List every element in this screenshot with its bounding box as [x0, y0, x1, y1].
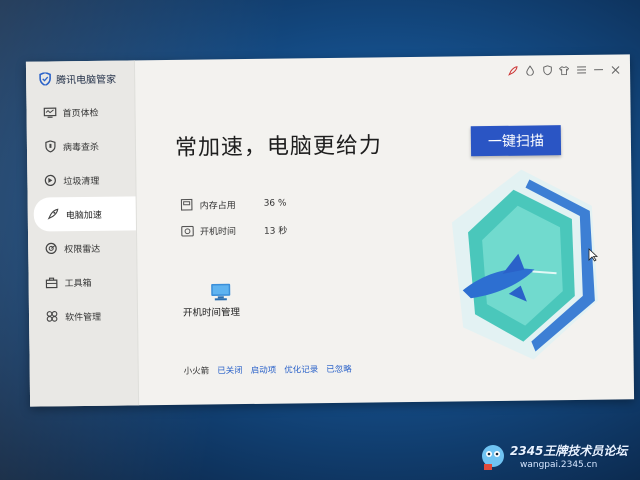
- menu-icon[interactable]: [576, 65, 586, 75]
- sidebar-nav: 首页体检 病毒查杀 垃圾清理 电脑加速 权限雷达 工具箱 软件管理: [26, 94, 137, 333]
- boot-time-manager[interactable]: 开机时间管理: [183, 283, 255, 319]
- sidebar-item-speedup[interactable]: 电脑加速: [33, 196, 136, 232]
- rocket-mini-icon[interactable]: [508, 66, 518, 76]
- rocket-label: 小火箭: [183, 366, 210, 377]
- memory-label: 内存占用: [199, 200, 236, 212]
- sidebar-item-home-check[interactable]: 首页体检: [26, 94, 134, 129]
- link-startup-items[interactable]: 启动项: [251, 364, 277, 376]
- sidebar-item-virus-scan[interactable]: 病毒查杀: [27, 128, 135, 163]
- link-closed[interactable]: 已关闭: [217, 364, 243, 376]
- rocket-links: 小火箭 已关闭 启动项 优化记录 已忽略: [184, 363, 352, 377]
- sidebar: 腾讯电脑管家 首页体检 病毒查杀 垃圾清理 电脑加速 权限雷达 工具箱 软件管理: [25, 60, 140, 407]
- sidebar-item-permission-radar[interactable]: 权限雷达: [28, 230, 136, 265]
- watermark-title: 2345王牌技术员论坛: [510, 444, 628, 458]
- boot-time-manager-label: 开机时间管理: [182, 307, 241, 319]
- boot-time-label: 开机时间: [199, 226, 237, 238]
- monitor-icon: [211, 283, 255, 305]
- titlebar-controls: [508, 64, 620, 76]
- boot-time-stat: 开机时间 13 秒: [180, 223, 287, 238]
- link-optimize-history[interactable]: 优化记录: [284, 363, 318, 375]
- brand: 腾讯电脑管家: [38, 71, 116, 87]
- shield-scan-icon: [43, 139, 57, 153]
- one-click-scan-button[interactable]: 一键扫描: [470, 125, 562, 157]
- sidebar-item-label: 软件管理: [64, 312, 102, 323]
- sidebar-item-label: 工具箱: [64, 278, 92, 289]
- main-panel: 常加速，电脑更给力 一键扫描 内存占用 36 % 开机时间 13 秒 开机时间管…: [134, 54, 634, 405]
- watermark: 2345王牌技术员论坛 wangpai.2345.cn: [478, 440, 638, 476]
- sidebar-item-cleanup[interactable]: 垃圾清理: [27, 162, 135, 197]
- clock-icon: [180, 224, 194, 238]
- minimize-icon[interactable]: [593, 65, 603, 75]
- shield-mini-icon[interactable]: [542, 65, 552, 76]
- app-name: 腾讯电脑管家: [56, 74, 117, 87]
- toolbox-icon: [45, 275, 59, 289]
- droplet-icon[interactable]: [525, 65, 535, 76]
- sidebar-item-label: 首页体检: [62, 108, 99, 119]
- memory-icon: [180, 198, 194, 212]
- shield-logo-icon: [38, 72, 52, 86]
- sidebar-item-label: 权限雷达: [64, 244, 101, 255]
- mascot-logo-icon: [482, 445, 504, 470]
- monitor-check-icon: [42, 105, 56, 119]
- rocket-icon: [46, 207, 60, 221]
- sidebar-item-label: 垃圾清理: [63, 176, 100, 187]
- app-window: 腾讯电脑管家 首页体检 病毒查杀 垃圾清理 电脑加速 权限雷达 工具箱 软件管理…: [25, 54, 635, 407]
- sidebar-item-label: 电脑加速: [65, 210, 102, 221]
- sidebar-item-label: 病毒查杀: [62, 142, 100, 153]
- memory-stat: 内存占用 36 %: [180, 197, 287, 212]
- trash-icon: [43, 173, 57, 187]
- apps-icon: [45, 309, 59, 323]
- shirt-icon[interactable]: [559, 65, 570, 75]
- memory-value: 36 %: [263, 198, 287, 209]
- close-icon[interactable]: [610, 64, 620, 74]
- radar-icon: [44, 241, 58, 255]
- sidebar-item-software[interactable]: 软件管理: [29, 298, 137, 333]
- watermark-url: wangpai.2345.cn: [520, 460, 598, 470]
- sidebar-item-toolbox[interactable]: 工具箱: [28, 264, 136, 299]
- link-ignored[interactable]: 已忽略: [326, 363, 352, 375]
- boot-time-value: 13 秒: [263, 226, 288, 237]
- mouse-cursor-icon: [588, 248, 598, 262]
- page-title: 常加速，电脑更给力: [174, 132, 383, 160]
